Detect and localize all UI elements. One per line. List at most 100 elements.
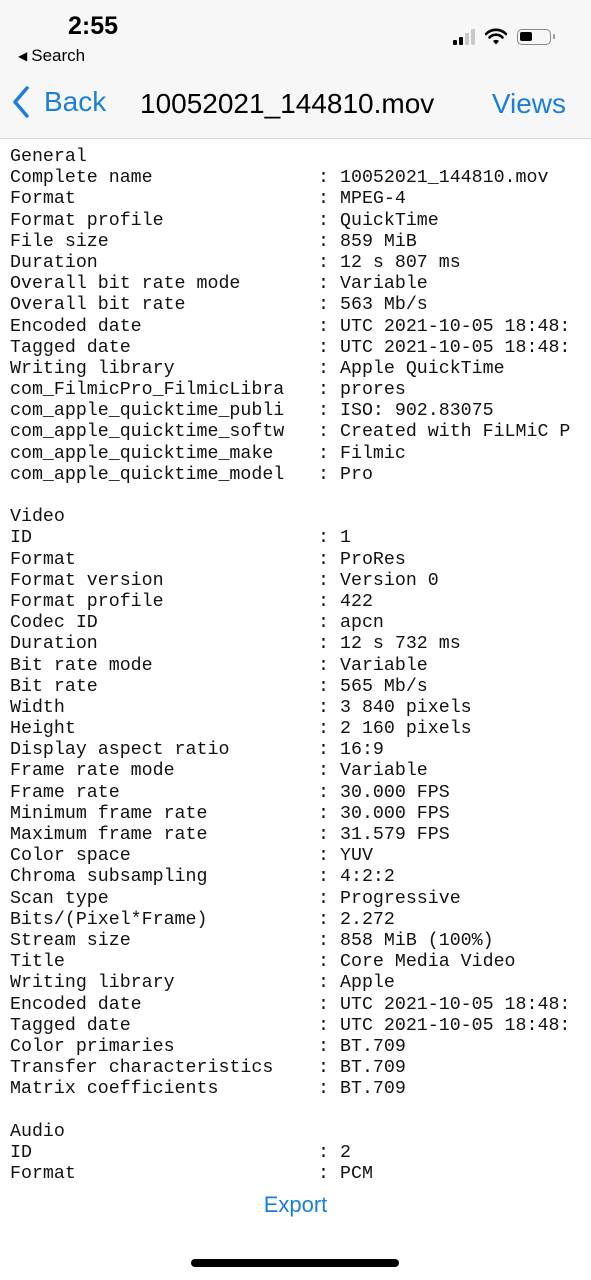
info-row: Duration:12 s 732 ms	[10, 634, 591, 655]
info-label: Codec ID	[10, 613, 98, 634]
info-separator: :	[318, 867, 329, 888]
info-row: Overall bit rate:563 Mb/s	[10, 295, 591, 316]
info-row: Color primaries: BT.709	[10, 1037, 591, 1058]
info-value: Apple QuickTime	[340, 358, 505, 379]
info-label: Title	[10, 952, 65, 973]
info-row: com_apple_quicktime_make: Filmic	[10, 444, 591, 465]
info-row: Format profile:422	[10, 592, 591, 613]
info-separator: :	[318, 252, 329, 273]
info-value: Version 0	[340, 570, 439, 591]
info-value: YUV	[340, 846, 373, 867]
section-title: Video	[10, 507, 65, 528]
info-value: Created with FiLMiC P	[340, 422, 571, 443]
info-value: PCM	[340, 1164, 373, 1184]
info-separator: :	[318, 274, 329, 295]
views-button[interactable]: Views	[492, 88, 566, 120]
info-row: Bit rate:565 Mb/s	[10, 677, 591, 698]
info-value: ISO: 902.83075	[340, 401, 494, 422]
info-row: com_FilmicPro_FilmicLibra: prores	[10, 380, 591, 401]
info-row: Stream size:858 MiB (100%)	[10, 931, 591, 952]
info-separator: :	[318, 930, 329, 951]
info-separator: :	[318, 210, 329, 231]
info-separator: :	[318, 719, 329, 740]
home-indicator[interactable]	[191, 1259, 399, 1267]
info-label: Format	[10, 549, 76, 570]
info-label: Format	[10, 1164, 76, 1184]
info-row: com_apple_quicktime_model: Pro	[10, 465, 591, 486]
info-separator: :	[318, 570, 329, 591]
info-row: Transfer characteristics: BT.709	[10, 1058, 591, 1079]
info-row: Complete name:10052021_144810.mov	[10, 168, 591, 189]
export-button[interactable]: Export	[0, 1192, 591, 1218]
info-row: ID:2	[10, 1143, 591, 1164]
info-label: Format	[10, 189, 76, 210]
info-row: Format version: Version 0	[10, 571, 591, 592]
page-title: 10052021_144810.mov	[140, 88, 435, 119]
info-label: Encoded date	[10, 994, 142, 1015]
info-row: Duration:12 s 807 ms	[10, 253, 591, 274]
info-separator: :	[318, 380, 329, 401]
info-value: UTC 2021-10-05 18:48:	[340, 1015, 571, 1036]
info-value: Pro	[340, 464, 373, 485]
info-label: Minimum frame rate	[10, 803, 208, 824]
info-row: Minimum frame rate:30.000 FPS	[10, 804, 591, 825]
info-separator: :	[318, 1058, 329, 1079]
info-value: 30.000 FPS	[340, 782, 450, 803]
info-value: 30.000 FPS	[340, 803, 450, 824]
info-row: Bits/(Pixel*Frame):2.272	[10, 910, 591, 931]
info-label: Frame rate mode	[10, 761, 175, 782]
info-label: Matrix coefficients	[10, 1079, 219, 1100]
info-label: com_apple_quicktime_model	[10, 464, 285, 485]
info-value: Filmic	[340, 443, 406, 464]
info-label: Stream size	[10, 930, 131, 951]
info-row: Writing library: Apple	[10, 973, 591, 994]
info-value: 10052021_144810.mov	[340, 168, 549, 189]
info-value: UTC 2021-10-05 18:48:	[340, 337, 571, 358]
info-row: Chroma subsampling:4:2:2	[10, 867, 591, 888]
info-separator: :	[318, 888, 329, 909]
info-separator: :	[318, 909, 329, 930]
info-label: com_apple_quicktime_make	[10, 443, 274, 464]
info-value: prores	[340, 380, 406, 401]
info-label: Transfer characteristics	[10, 1058, 274, 1079]
info-value: 2.272	[340, 909, 395, 930]
info-row: Overall bit rate mode: Variable	[10, 274, 591, 295]
info-separator: :	[318, 994, 329, 1015]
info-separator: :	[318, 168, 329, 189]
info-label: File size	[10, 231, 109, 252]
info-separator: :	[318, 1142, 329, 1163]
info-value: 2 160 pixels	[340, 719, 472, 740]
info-label: Format profile	[10, 210, 164, 231]
info-value: QuickTime	[340, 210, 439, 231]
info-row: Bit rate mode: Variable	[10, 656, 591, 677]
info-separator: :	[318, 591, 329, 612]
info-label: com_apple_quicktime_softw	[10, 422, 285, 443]
info-row: Height:2 160 pixels	[10, 719, 591, 740]
info-label: Chroma subsampling	[10, 867, 208, 888]
info-label: Duration	[10, 634, 98, 655]
info-row: Format profile: QuickTime	[10, 211, 591, 232]
back-to-search-label: Search	[31, 46, 86, 65]
info-value: 3 840 pixels	[340, 697, 472, 718]
info-row: Scan type: Progressive	[10, 889, 591, 910]
top-bar: 2:55 ◀ Search Back 10052021_144810.mov V…	[0, 0, 591, 139]
info-row: Tagged date: UTC 2021-10-05 18:48:	[10, 1016, 591, 1037]
back-to-search-link[interactable]: ◀ Search	[18, 46, 85, 66]
info-row: Format: ProRes	[10, 550, 591, 571]
info-separator: :	[318, 825, 329, 845]
info-separator: :	[318, 655, 329, 676]
info-label: Color primaries	[10, 1036, 175, 1057]
info-separator: :	[318, 401, 329, 422]
back-button[interactable]: Back	[12, 86, 106, 118]
info-row: ID:1	[10, 528, 591, 549]
info-label: Encoded date	[10, 316, 142, 337]
info-value: Variable	[340, 761, 428, 782]
info-label: Tagged date	[10, 337, 131, 358]
info-row: File size:859 MiB	[10, 232, 591, 253]
info-separator: :	[318, 316, 329, 337]
info-row: Format: MPEG-4	[10, 189, 591, 210]
info-label: Scan type	[10, 888, 109, 909]
media-info-text: General Complete name:10052021_144810.mov…	[10, 147, 591, 1185]
info-row: Encoded date: UTC 2021-10-05 18:48:	[10, 317, 591, 338]
info-separator: :	[318, 231, 329, 252]
